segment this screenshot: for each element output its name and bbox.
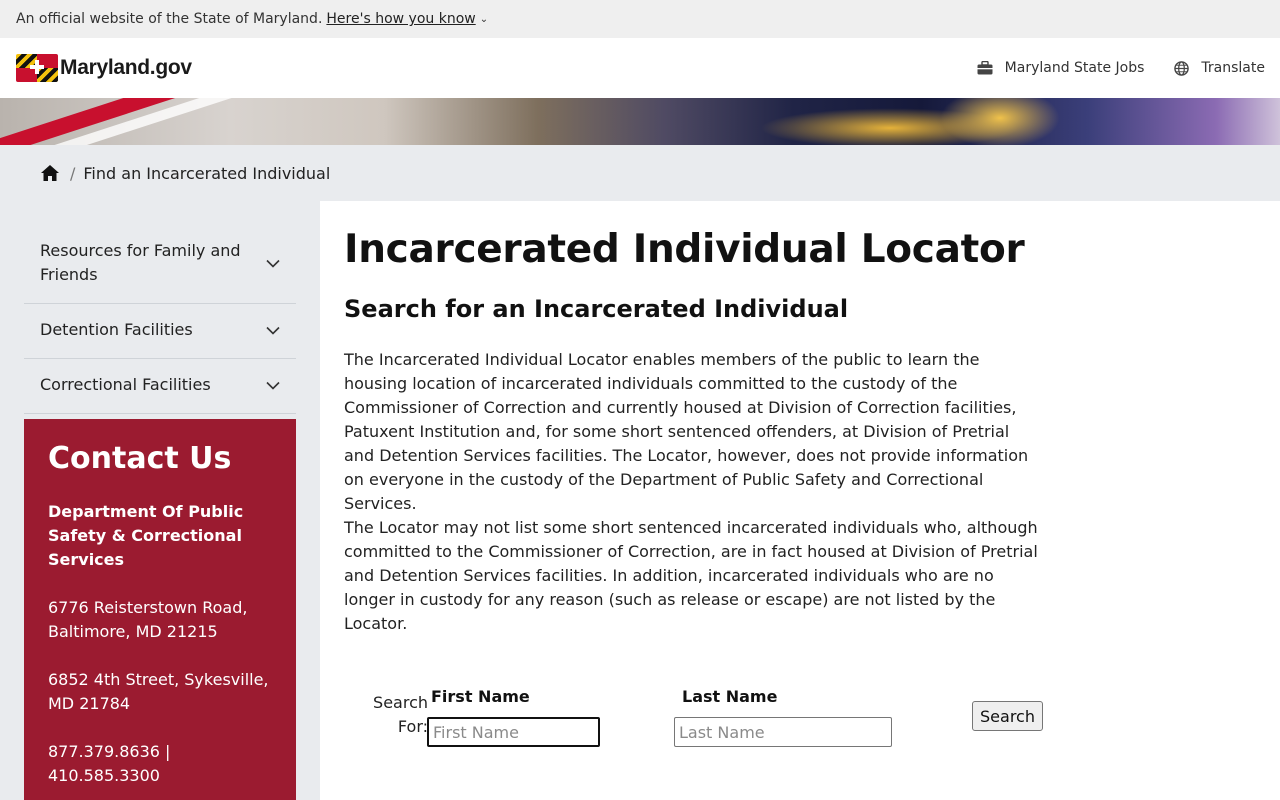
breadcrumb: / Find an Incarcerated Individual (0, 145, 1280, 201)
heres-how-you-know-link[interactable]: Here's how you know (326, 11, 475, 27)
sidebar-item-label: Correctional Facilities (40, 375, 211, 394)
notice-paragraph: The Locator may not list some short sent… (344, 518, 1038, 633)
official-text: An official website of the State of Mary… (16, 11, 323, 27)
official-banner: An official website of the State of Mary… (0, 0, 1280, 38)
sidebar-item-label: Resources for Family and Friends (40, 241, 241, 284)
chevron-down-icon[interactable] (266, 326, 280, 336)
contact-department: Department Of Public Safety & Correction… (48, 502, 244, 569)
contact-address: 6852 4th Street, Sykesville, MD 21784 (48, 670, 269, 713)
briefcase-icon (977, 61, 993, 75)
hero-banner-image (0, 98, 1280, 145)
breadcrumb-current: Find an Incarcerated Individual (83, 163, 331, 183)
side-nav: Resources for Family and Friends Detenti… (24, 225, 296, 414)
main-content: Incarcerated Individual Locator Search f… (320, 201, 1280, 800)
logo-text: Maryland.gov (60, 56, 192, 79)
sidebar-item-detention-facilities[interactable]: Detention Facilities (24, 304, 296, 359)
intro-paragraph: The Incarcerated Individual Locator enab… (344, 350, 1029, 513)
sidebar-item-correctional-facilities[interactable]: Correctional Facilities (24, 359, 296, 414)
maryland-flag-icon (16, 54, 58, 82)
first-name-label: First Name (431, 687, 530, 706)
site-header: Maryland.gov Maryland State Jobs Transla… (0, 38, 1280, 98)
last-name-label: Last Name (682, 687, 778, 706)
sidebar-item-resources-family-friends[interactable]: Resources for Family and Friends (24, 225, 296, 304)
sidebar-item-label: Detention Facilities (40, 320, 193, 339)
home-icon[interactable] (40, 164, 60, 182)
header-links: Maryland State Jobs Translate (947, 38, 1265, 98)
chevron-down-icon[interactable]: ⌄ (480, 14, 488, 25)
contact-phones: 877.379.8636 | 410.585.3300 (48, 742, 171, 785)
search-for-label: Search For: (373, 693, 428, 736)
maryland-logo[interactable]: Maryland.gov (16, 54, 192, 82)
translate-label: Translate (1201, 60, 1265, 76)
section-heading: Search for an Incarcerated Individual (344, 295, 849, 323)
search-button[interactable]: Search (972, 701, 1043, 731)
last-name-input[interactable] (674, 717, 892, 747)
maryland-state-jobs-link[interactable]: Maryland State Jobs (977, 60, 1145, 76)
breadcrumb-separator: / (70, 163, 76, 183)
first-name-input[interactable] (427, 717, 600, 747)
chevron-down-icon[interactable] (266, 259, 280, 269)
page-title: Incarcerated Individual Locator (344, 227, 1025, 272)
jobs-label: Maryland State Jobs (1004, 60, 1145, 76)
contact-title: Contact Us (48, 441, 232, 476)
translate-link[interactable]: Translate (1174, 60, 1265, 76)
chevron-down-icon[interactable] (266, 381, 280, 391)
contact-address: 6776 Reisterstown Road, Baltimore, MD 21… (48, 598, 248, 641)
contact-us-box: Contact Us Department Of Public Safety &… (24, 419, 296, 800)
globe-icon (1174, 60, 1190, 76)
